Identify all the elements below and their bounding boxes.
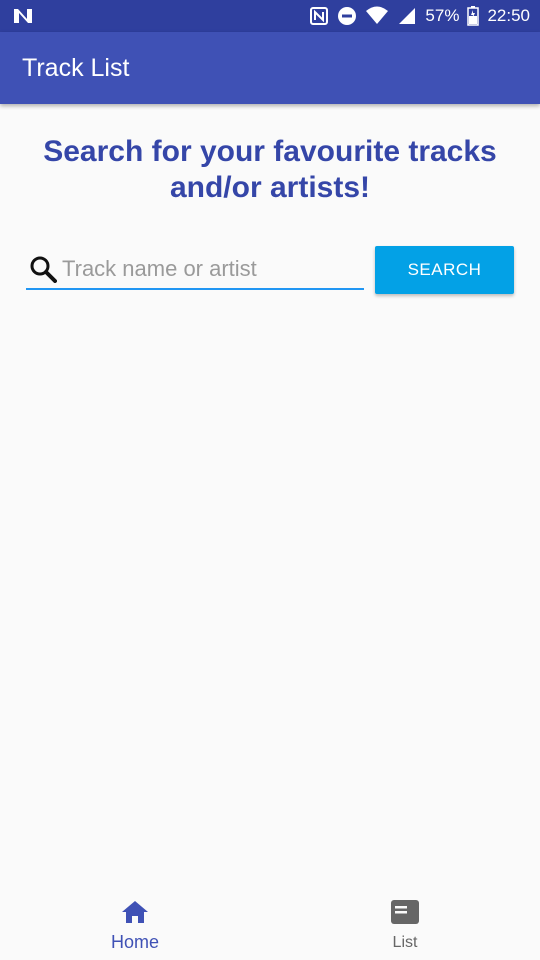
status-left bbox=[12, 6, 34, 26]
search-field[interactable] bbox=[26, 250, 364, 290]
status-right: 57% 22:50 bbox=[309, 6, 530, 26]
status-bar: 57% 22:50 bbox=[0, 0, 540, 32]
app-title: Track List bbox=[22, 53, 130, 82]
signal-icon bbox=[397, 6, 417, 26]
nav-item-list[interactable]: List bbox=[270, 888, 540, 960]
nav-label-home: Home bbox=[110, 932, 159, 952]
status-time: 22:50 bbox=[487, 6, 530, 25]
nfc-icon bbox=[309, 6, 329, 26]
page-heading: Search for your favourite tracks and/or … bbox=[43, 135, 497, 204]
battery-icon bbox=[467, 6, 480, 26]
n-notification-icon bbox=[12, 6, 34, 26]
search-icon bbox=[28, 254, 58, 284]
search-button[interactable]: SEARCH bbox=[375, 246, 514, 294]
battery-percent: 57% bbox=[425, 6, 460, 25]
do-not-disturb-icon bbox=[337, 6, 357, 26]
home-icon bbox=[120, 898, 150, 926]
bottom-navigation: Home List bbox=[0, 888, 540, 960]
nav-label-list: List bbox=[392, 934, 418, 951]
list-icon bbox=[390, 898, 420, 926]
wifi-icon bbox=[365, 6, 389, 26]
search-input[interactable] bbox=[62, 251, 352, 287]
app-bar: Track List bbox=[0, 32, 540, 104]
nav-item-home[interactable]: Home bbox=[0, 888, 270, 960]
search-row: SEARCH bbox=[26, 244, 514, 296]
